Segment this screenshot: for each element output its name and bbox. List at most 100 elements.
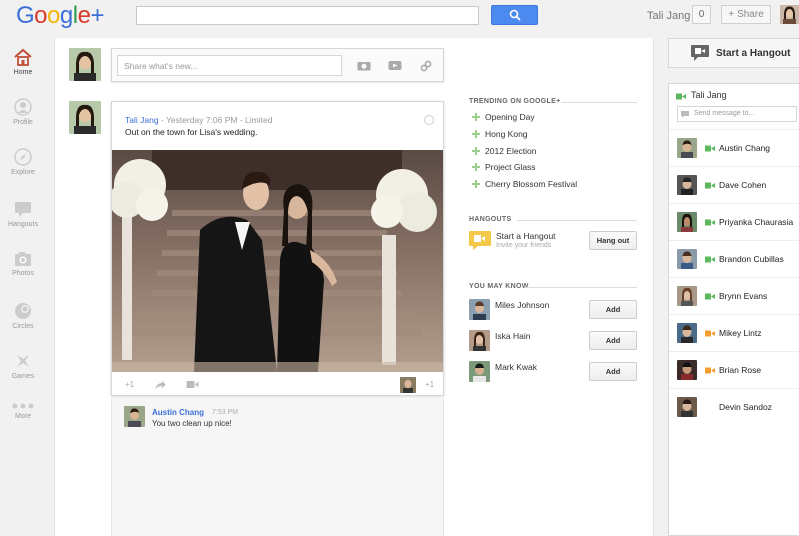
people-divider: [526, 287, 637, 288]
chat-contact[interactable]: Brian Rose: [669, 351, 799, 388]
plus-one-count[interactable]: +1: [425, 380, 434, 389]
add-photo-icon[interactable]: [357, 60, 371, 71]
plus-icon: +: [728, 9, 735, 20]
contact-name: Devin Sandoz: [719, 402, 772, 412]
chat-me-name[interactable]: Tali Jang: [691, 90, 727, 100]
chat-contact[interactable]: Priyanka Chaurasia: [669, 203, 799, 240]
nav-profile-label: Profile: [13, 119, 33, 126]
share-label: Share: [737, 9, 764, 20]
status-video-icon: [705, 256, 715, 263]
nav-explore[interactable]: Explore: [0, 148, 46, 176]
trending-item-label: Hong Kong: [485, 129, 528, 139]
share-button[interactable]: + Share: [721, 5, 771, 24]
add-person-button[interactable]: Add: [589, 331, 637, 350]
status-video-icon: [705, 293, 715, 300]
circles-icon: [15, 303, 31, 319]
nav-more-label: More: [15, 413, 31, 420]
chat-contact[interactable]: Brandon Cubillas: [669, 240, 799, 277]
main-stream: Share what's new... Tali Jang - Yesterda…: [54, 38, 654, 536]
nav-circles-label: Circles: [12, 323, 34, 330]
comment-time: 7:53 PM: [212, 409, 239, 416]
hangouts-divider: [517, 220, 637, 221]
nav-hangouts[interactable]: Hangouts: [0, 200, 46, 228]
contact-name: Mikey Lintz: [719, 328, 762, 338]
nav-photos[interactable]: Photos: [0, 251, 46, 277]
user-name[interactable]: Tali Jang: [647, 10, 690, 22]
chat-contact[interactable]: Brynn Evans: [669, 277, 799, 314]
contact-avatar: [677, 175, 697, 195]
person-name[interactable]: Mark Kwak: [495, 362, 537, 372]
home-icon: [14, 48, 32, 66]
nav-home[interactable]: Home: [0, 48, 46, 76]
google-plus-logo[interactable]: Google+: [16, 2, 104, 30]
status-video-icon: [705, 182, 715, 189]
person-name[interactable]: Iska Hain: [495, 331, 530, 341]
comment-author-avatar[interactable]: [124, 406, 145, 427]
hangout-camera-icon: [691, 45, 709, 61]
trend-plus-icon: [472, 163, 480, 171]
nav-games[interactable]: Games: [0, 352, 46, 380]
add-video-icon[interactable]: [388, 60, 402, 71]
person-avatar[interactable]: [469, 330, 490, 351]
comment-area: Austin Chang 7:53 PM You two clean up ni…: [111, 398, 444, 536]
add-link-icon[interactable]: [420, 60, 432, 72]
trend-plus-icon: [472, 180, 480, 188]
hang-out-button[interactable]: Hang out: [589, 231, 637, 250]
chat-message-input[interactable]: Send message to...: [677, 106, 797, 122]
contact-avatar: [677, 286, 697, 306]
hangout-video-icon[interactable]: [186, 380, 199, 389]
share-input[interactable]: Share what's new...: [117, 55, 342, 76]
chat-contact[interactable]: Dave Cohen: [669, 166, 799, 203]
post-photo[interactable]: [112, 150, 443, 372]
user-avatar[interactable]: [780, 5, 799, 24]
post-author-avatar[interactable]: [69, 101, 101, 134]
share-box: Share what's new...: [111, 48, 444, 82]
trending-title: TRENDING ON GOOGLE+: [469, 98, 561, 105]
hangouts-icon: [15, 202, 31, 217]
plus-one-button[interactable]: +1: [125, 380, 134, 389]
message-icon: [681, 111, 689, 118]
games-icon: [17, 355, 29, 367]
start-hangout-label[interactable]: Start a Hangout: [496, 231, 556, 241]
search-input[interactable]: [136, 6, 479, 25]
contact-avatar: [677, 249, 697, 269]
chat-contact[interactable]: Mikey Lintz: [669, 314, 799, 351]
you-may-know-title: YOU MAY KNOW: [469, 283, 529, 290]
contact-name: Dave Cohen: [719, 180, 767, 190]
add-person-button[interactable]: Add: [589, 300, 637, 319]
compass-icon: [14, 148, 32, 166]
post-author[interactable]: Tali Jang: [125, 115, 159, 125]
nav-explore-label: Explore: [11, 169, 35, 176]
my-avatar[interactable]: [69, 48, 101, 81]
hangout-widget-icon: [469, 231, 491, 250]
status-video-icon: [705, 219, 715, 226]
person-name[interactable]: Miles Johnson: [495, 300, 549, 310]
more-dots-icon: [12, 403, 34, 409]
chat-contact[interactable]: Devin Sandoz: [669, 388, 799, 425]
nav-home-label: Home: [13, 69, 33, 76]
contact-name: Brian Rose: [719, 365, 762, 375]
nav-more[interactable]: More: [0, 402, 46, 420]
nav-hangouts-label: Hangouts: [8, 221, 38, 228]
contact-avatar: [677, 397, 697, 417]
search-button[interactable]: [491, 5, 538, 25]
start-hangout-button[interactable]: Start a Hangout: [668, 38, 799, 68]
contact-name: Brynn Evans: [719, 291, 768, 301]
trending-item-label: Opening Day: [485, 112, 535, 122]
share-arrow-icon[interactable]: [154, 380, 166, 390]
contact-name: Austin Chang: [719, 143, 771, 153]
nav-profile[interactable]: Profile: [0, 98, 46, 126]
comment-author[interactable]: Austin Chang: [152, 408, 204, 417]
camera-icon: [15, 252, 31, 266]
chat-contact[interactable]: Austin Chang: [669, 129, 799, 166]
nav-circles[interactable]: Circles: [0, 302, 46, 330]
notification-count[interactable]: 0: [692, 5, 711, 24]
person-avatar[interactable]: [469, 361, 490, 382]
trending-item-label: Project Glass: [485, 162, 536, 172]
profile-icon: [14, 98, 32, 116]
add-person-button[interactable]: Add: [589, 362, 637, 381]
plus-one-avatar[interactable]: [400, 377, 416, 393]
hangouts-title: HANGOUTS: [469, 216, 512, 223]
post-menu-icon[interactable]: [424, 115, 434, 125]
person-avatar[interactable]: [469, 299, 490, 320]
